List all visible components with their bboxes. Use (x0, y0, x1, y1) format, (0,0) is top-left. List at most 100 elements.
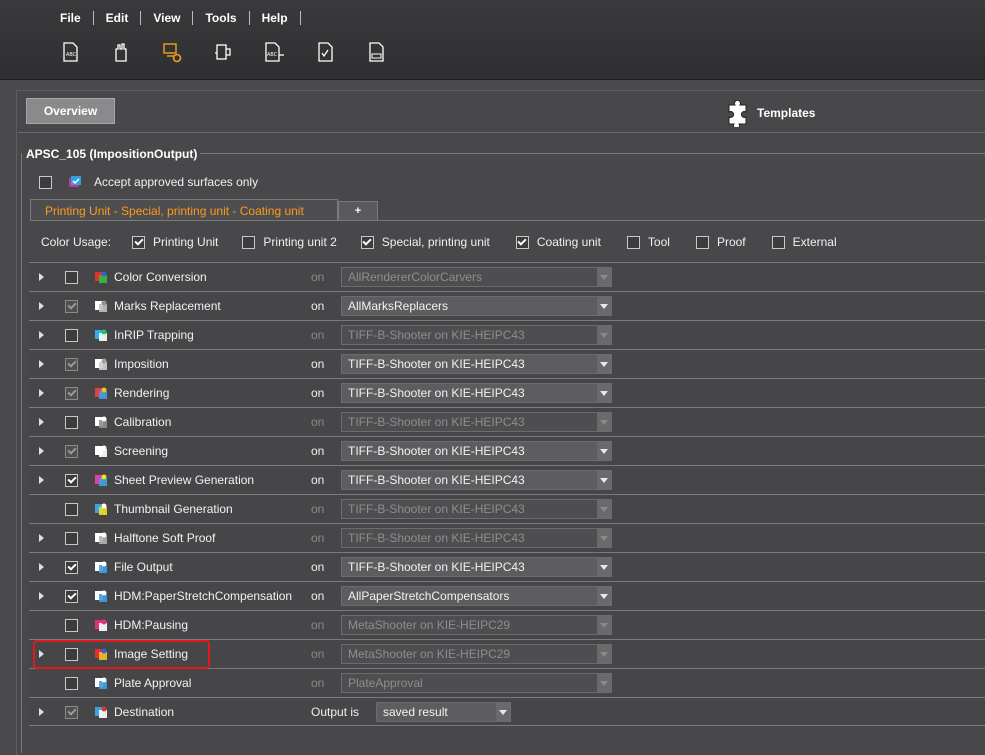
chevron-down-icon[interactable] (597, 616, 611, 634)
chevron-down-icon[interactable] (496, 703, 510, 721)
expand-arrow-icon[interactable] (39, 708, 44, 716)
chevron-down-icon[interactable] (597, 326, 611, 344)
stage-processor-select[interactable]: PlateApproval (341, 673, 612, 693)
stage-processor-select[interactable]: TIFF-B-Shooter on KIE-HEIPC43 (341, 528, 612, 548)
menu-help[interactable]: Help (250, 11, 300, 25)
stage-processor-select[interactable]: TIFF-B-Shooter on KIE-HEIPC43 (341, 441, 612, 461)
checkbox[interactable] (771, 235, 785, 249)
stage-checkbox[interactable] (65, 474, 78, 487)
stage-processor-select[interactable]: AllRendererColorCarvers (341, 267, 612, 287)
on-label: on (311, 357, 325, 371)
expand-arrow-icon[interactable] (39, 302, 44, 310)
stage-checkbox[interactable] (65, 271, 78, 284)
stage-processor-select[interactable]: TIFF-B-Shooter on KIE-HEIPC43 (341, 383, 612, 403)
printer-tool-icon[interactable] (211, 40, 235, 64)
color-usage-proof[interactable]: Proof (695, 235, 746, 249)
check-document-icon[interactable] (313, 40, 337, 64)
expand-arrow-icon[interactable] (39, 418, 44, 426)
chevron-down-icon[interactable] (597, 297, 611, 315)
stage-checkbox[interactable] (65, 503, 78, 516)
checkbox[interactable] (132, 235, 146, 249)
expand-arrow-icon[interactable] (39, 592, 44, 600)
stage-checkbox[interactable] (65, 416, 78, 429)
stage-processor-select[interactable]: MetaShooter on KIE-HEIPC29 (341, 615, 612, 635)
chevron-down-icon[interactable] (597, 529, 611, 547)
on-label: on (311, 531, 325, 545)
menu-view[interactable]: View (141, 11, 192, 25)
chevron-down-icon[interactable] (597, 674, 611, 692)
stage-checkbox[interactable] (65, 590, 78, 603)
chevron-down-icon[interactable] (597, 587, 611, 605)
expand-arrow-icon[interactable] (39, 447, 44, 455)
expand-arrow-icon[interactable] (39, 360, 44, 368)
chevron-down-icon[interactable] (597, 442, 611, 460)
templates-button[interactable]: Templates (725, 98, 815, 128)
checkbox[interactable] (360, 235, 374, 249)
checkbox[interactable] (626, 235, 640, 249)
stage-name: InRIP Trapping (114, 328, 194, 342)
expand-arrow-icon[interactable] (39, 534, 44, 542)
destination-checkbox[interactable] (65, 706, 78, 719)
menu-edit[interactable]: Edit (94, 11, 141, 25)
stage-processor-select[interactable]: TIFF-B-Shooter on KIE-HEIPC43 (341, 325, 612, 345)
stage-processor-select[interactable]: TIFF-B-Shooter on KIE-HEIPC43 (341, 470, 612, 490)
accept-approved-checkbox[interactable] (39, 175, 52, 189)
stage-processor-select[interactable]: MetaShooter on KIE-HEIPC29 (341, 644, 612, 664)
expand-arrow-icon[interactable] (39, 389, 44, 397)
overview-button[interactable]: Overview (26, 98, 115, 124)
pausing-icon (95, 619, 107, 631)
color-usage-printing-unit-2[interactable]: Printing unit 2 (242, 235, 337, 249)
chevron-down-icon[interactable] (597, 500, 611, 518)
expand-arrow-icon[interactable] (39, 273, 44, 281)
chevron-down-icon[interactable] (597, 645, 611, 663)
stage-checkbox[interactable] (65, 445, 78, 458)
menu-file[interactable]: File (48, 11, 93, 25)
stage-checkbox[interactable] (65, 329, 78, 342)
barcode-document-icon[interactable] (364, 40, 388, 64)
stage-checkbox[interactable] (65, 561, 78, 574)
stage-processor-select[interactable]: TIFF-B-Shooter on KIE-HEIPC43 (341, 354, 612, 374)
tab-printing-unit[interactable]: Printing Unit - Special, printing unit -… (30, 199, 338, 221)
color-usage-external[interactable]: External (771, 235, 837, 249)
stage-processor-select[interactable]: TIFF-B-Shooter on KIE-HEIPC43 (341, 557, 612, 577)
expand-arrow-icon[interactable] (39, 563, 44, 571)
color-usage-label: Color Usage: (41, 235, 112, 249)
stage-checkbox[interactable] (65, 677, 78, 690)
color-usage-coating-unit[interactable]: Coating unit (515, 235, 601, 249)
svg-text:ABC: ABC (267, 52, 278, 58)
color-usage-special-printing-unit[interactable]: Special, printing unit (360, 235, 490, 249)
stage-checkbox[interactable] (65, 300, 78, 313)
add-tab-button[interactable]: + (338, 201, 378, 220)
text-document-icon[interactable]: ABC (58, 40, 82, 64)
chevron-down-icon[interactable] (597, 355, 611, 373)
stage-checkbox[interactable] (65, 532, 78, 545)
chevron-down-icon[interactable] (597, 558, 611, 576)
stage-processor-select[interactable]: AllPaperStretchCompensators (341, 586, 612, 606)
chevron-down-icon[interactable] (597, 471, 611, 489)
stage-processor-select[interactable]: AllMarksReplacers (341, 296, 612, 316)
text-arrow-icon[interactable]: ABC (262, 40, 286, 64)
color-usage-tool[interactable]: Tool (626, 235, 670, 249)
select-value: AllPaperStretchCompensators (348, 589, 510, 603)
stage-checkbox[interactable] (65, 619, 78, 632)
chevron-down-icon[interactable] (597, 384, 611, 402)
chevron-down-icon[interactable] (597, 413, 611, 431)
hand-icon[interactable] (109, 40, 133, 64)
output-select[interactable]: saved result (376, 702, 511, 722)
chevron-down-icon[interactable] (597, 268, 611, 286)
stage-checkbox[interactable] (65, 358, 78, 371)
highlight-box (33, 640, 210, 669)
stage-processor-select[interactable]: TIFF-B-Shooter on KIE-HEIPC43 (341, 412, 612, 432)
checkbox[interactable] (515, 235, 529, 249)
expand-arrow-icon[interactable] (39, 331, 44, 339)
color-usage-item-label: External (792, 235, 837, 249)
color-usage-printing-unit[interactable]: Printing Unit (132, 235, 218, 249)
expand-arrow-icon[interactable] (39, 476, 44, 484)
stage-processor-select[interactable]: TIFF-B-Shooter on KIE-HEIPC43 (341, 499, 612, 519)
checkbox[interactable] (242, 235, 256, 249)
menu-tools[interactable]: Tools (193, 11, 248, 25)
color-usage-item-label: Tool (647, 235, 670, 249)
stage-checkbox[interactable] (65, 387, 78, 400)
computer-gear-icon[interactable] (160, 40, 184, 64)
checkbox[interactable] (695, 235, 709, 249)
